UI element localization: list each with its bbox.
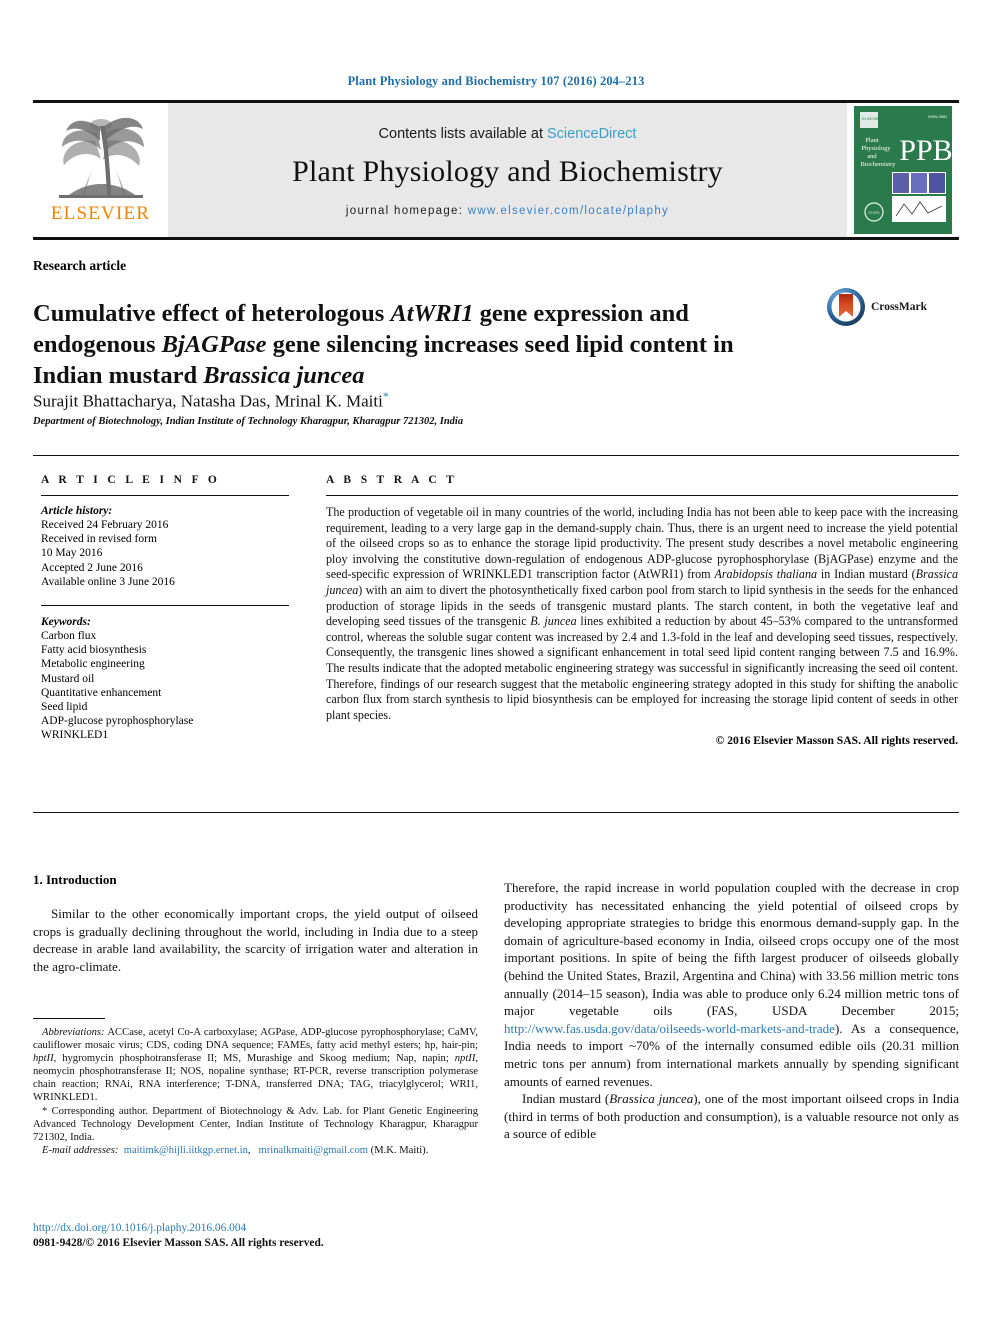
keyword-item: Metabolic engineering <box>41 658 145 671</box>
author-names: Surajit Bhattacharya, Natasha Das, Mrina… <box>33 391 383 411</box>
intro-species-brassica: Brassica juncea <box>609 1091 694 1107</box>
journal-masthead: ELSEVIER Contents lists available at Sci… <box>33 100 959 240</box>
article-info-column: A R T I C L E I N F O Article history: R… <box>41 474 289 743</box>
abbrev-gene-nptii: nptII <box>454 1053 476 1065</box>
intro-paragraph-right-2: Indian mustard (Brassica juncea), one of… <box>504 1090 959 1143</box>
history-item: Accepted 2 June 2016 <box>41 561 143 574</box>
keyword-item: ADP-glucose pyrophosphorylase <box>41 715 194 728</box>
article-info-heading: A R T I C L E I N F O <box>41 474 221 486</box>
title-part-4: gene silencing increases seed lipid cont… <box>266 331 734 359</box>
svg-text:Plant: Plant <box>865 137 879 144</box>
article-type-kicker: Research article <box>33 258 127 273</box>
keyword-item: Quantitative enhancement <box>41 686 162 699</box>
homepage-prefix: journal homepage: <box>345 204 468 217</box>
history-item: Received 24 February 2016 <box>41 519 169 531</box>
author-list: Surajit Bhattacharya, Natasha Das, Mrina… <box>33 389 389 412</box>
author-affiliation: Department of Biotechnology, Indian Inst… <box>33 416 464 427</box>
journal-cover-thumbnail: ELSEVIER ISSN 0981 Plant Physiology and … <box>847 103 959 237</box>
crossmark-label: CrossMark <box>871 301 928 313</box>
title-species: Brassica juncea <box>203 362 365 390</box>
body-column-right: Therefore, the rapid increase in world p… <box>504 879 959 1143</box>
svg-text:FESPB: FESPB <box>868 211 880 215</box>
elsevier-tree-icon <box>58 117 144 198</box>
elsevier-wordmark: ELSEVIER <box>50 203 151 224</box>
article-history-label: Article history: <box>41 505 113 517</box>
abstract-rule <box>326 495 958 496</box>
info-block-top-rule <box>33 455 959 456</box>
running-head: Plant Physiology and Biochemistry 107 (2… <box>347 74 645 88</box>
copyright-line: © 2016 Elsevier Masson SAS. All rights r… <box>715 734 958 748</box>
history-item: Received in revised form <box>41 533 157 546</box>
abbreviations-label: Abbreviations: <box>42 1027 105 1038</box>
ppb-cover-icon: ELSEVIER ISSN 0981 Plant Physiology and … <box>854 106 952 234</box>
svg-text:Biochemistry: Biochemistry <box>860 161 896 168</box>
doi-link[interactable]: http://dx.doi.org/10.1016/j.plaphy.2016.… <box>33 1221 478 1236</box>
svg-text:Physiology: Physiology <box>861 145 891 152</box>
page-title: Cumulative effect of heterologous AtWRI1… <box>33 298 793 391</box>
title-gene-bjagpase: BjAGPase <box>161 331 267 359</box>
svg-text:PPB: PPB <box>899 134 952 167</box>
crossmark-icon <box>827 288 865 326</box>
keywords-rule <box>41 605 289 607</box>
abbreviations-footnote: Abbreviations: ACCase, acetyl Co-A carbo… <box>33 1026 478 1105</box>
journal-article-page: Plant Physiology and Biochemistry 107 (2… <box>0 0 992 1323</box>
elsevier-logo: ELSEVIER <box>33 103 168 237</box>
title-gene-atwri1: AtWRI1 <box>390 300 474 328</box>
intro-paragraph-left: Similar to the other economically import… <box>33 906 478 974</box>
contents-available-line: Contents lists available at ScienceDirec… <box>379 126 637 142</box>
email-link-1[interactable]: maitimk@hijli.iitkgp.ernet.in <box>124 1145 248 1156</box>
abstract-column: A B S T R A C T The production of vegeta… <box>326 474 958 747</box>
journal-homepage-link[interactable]: www.elsevier.com/locate/plaphy <box>468 205 669 217</box>
svg-text:ISSN 0981: ISSN 0981 <box>928 114 948 119</box>
article-info-rule <box>41 495 289 496</box>
title-part-5: Indian mustard <box>33 362 204 390</box>
svg-text:and: and <box>867 153 877 160</box>
crossmark-badge[interactable]: CrossMark <box>826 286 936 328</box>
intro-paragraph-right-1: Therefore, the rapid increase in world p… <box>504 879 959 1090</box>
journal-title: Plant Physiology and Biochemistry <box>292 154 723 188</box>
title-part-3: endogenous <box>33 331 162 359</box>
sciencedirect-link[interactable]: ScienceDirect <box>547 126 636 142</box>
history-item: 10 May 2016 <box>41 547 103 560</box>
corresponding-author-footnote: * Corresponding author. Department of Bi… <box>33 1105 478 1143</box>
contents-prefix: Contents lists available at <box>378 125 547 142</box>
title-part-1: Cumulative effect of heterologous <box>33 300 391 328</box>
body-column-left: 1. Introduction Similar to the other eco… <box>33 872 478 975</box>
usda-fas-link[interactable]: http://www.fas.usda.gov/data/oilseeds-wo… <box>504 1021 835 1036</box>
intro-right-part-1: Therefore, the rapid increase in world p… <box>504 880 959 1019</box>
footer-doi-block: http://dx.doi.org/10.1016/j.plaphy.2016.… <box>33 1221 478 1251</box>
keyword-item: Fatty acid biosynthesis <box>41 644 147 657</box>
abstract-heading: A B S T R A C T <box>326 474 458 486</box>
keyword-item: WRINKLED1 <box>41 729 109 742</box>
section-heading-introduction: 1. Introduction <box>33 872 117 887</box>
keyword-item: Seed lipid <box>41 701 88 714</box>
keyword-item: Carbon flux <box>41 630 97 643</box>
abstract-text: The production of vegetable oil in many … <box>326 505 958 723</box>
issn-copyright-line: 0981-9428/© 2016 Elsevier Masson SAS. Al… <box>33 1237 324 1249</box>
email-owner: (M.K. Maiti). <box>370 1144 429 1156</box>
journal-homepage-line: journal homepage: www.elsevier.com/locat… <box>346 205 669 217</box>
abstract-species-arabidopsis: Arabidopsis thaliana <box>714 567 818 582</box>
email-link-2[interactable]: mrinalkmaiti@gmail.com <box>259 1145 369 1156</box>
abstract-part-2: in Indian mustard ( <box>817 567 916 582</box>
abstract-species-bjuncea: B. juncea <box>530 614 577 629</box>
corresponding-author-marker: * <box>382 389 389 403</box>
footnote-block: Abbreviations: ACCase, acetyl Co-A carbo… <box>33 1026 478 1157</box>
keyword-item: Mustard oil <box>41 672 95 685</box>
abbreviations-part-2: , hygromycin phosphotransferase II; MS, … <box>53 1053 455 1065</box>
title-part-2: gene expression and <box>473 300 689 328</box>
footnote-separator <box>33 1018 105 1019</box>
keywords-label: Keywords: <box>41 616 91 629</box>
info-block-bottom-rule <box>33 812 959 813</box>
abbrev-gene-hptii: hptII <box>33 1053 54 1065</box>
journal-band: Contents lists available at ScienceDirec… <box>168 103 847 237</box>
svg-text:ELSEVIER: ELSEVIER <box>862 116 882 121</box>
email-footnote: E-mail addresses: maitimk@hijli.iitkgp.e… <box>33 1144 478 1157</box>
abstract-part-4: lines exhibited a reduction by about 45–… <box>326 614 959 722</box>
history-item: Available online 3 June 2016 <box>41 575 175 588</box>
intro-right-part-3: Indian mustard ( <box>522 1091 610 1107</box>
email-addresses-label: E-mail addresses: <box>42 1144 119 1156</box>
email-separator: , <box>247 1144 254 1156</box>
